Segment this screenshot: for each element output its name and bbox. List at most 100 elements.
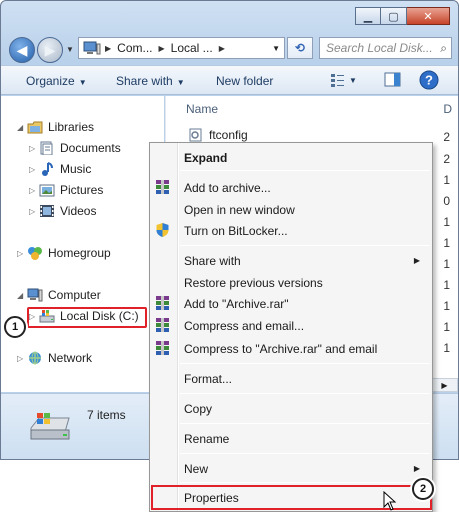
date-cell: 1 — [443, 341, 450, 355]
expand-arrow-icon[interactable]: ▷ — [29, 165, 39, 174]
menu-item-new[interactable]: New — [184, 462, 208, 476]
tree-item-pictures[interactable]: ▷ Pictures — [29, 183, 103, 197]
rar-icon — [156, 180, 169, 194]
menu-item-compress-to-rar-email[interactable]: Compress to "Archive.rar" and email — [184, 342, 377, 356]
menu-separator — [180, 482, 430, 483]
libraries-icon — [27, 121, 43, 134]
menu-item-add-to-archive[interactable]: Add to archive... — [184, 181, 271, 195]
menu-separator — [180, 423, 430, 424]
tree-item-music[interactable]: ▷ Music — [29, 162, 91, 176]
menu-item-restore-versions[interactable]: Restore previous versions — [184, 276, 323, 290]
tree-item-videos[interactable]: ▷ Videos — [29, 204, 96, 218]
music-icon — [42, 162, 53, 176]
date-cell: 1 — [443, 320, 450, 334]
shield-icon — [156, 223, 169, 237]
date-cell: 1 — [443, 299, 450, 313]
new-folder-button[interactable]: New folder — [216, 74, 273, 88]
menu-item-rename[interactable]: Rename — [184, 432, 229, 446]
forward-arrow-icon: ▶ — [44, 41, 56, 58]
search-placeholder: Search Local Disk... — [326, 41, 433, 55]
refresh-button[interactable]: ⟲ — [287, 37, 313, 59]
expand-arrow-icon[interactable]: ▷ — [17, 249, 27, 258]
tree-item-documents[interactable]: ▷ Documents — [29, 141, 121, 155]
submenu-arrow-icon: ▶ — [413, 464, 420, 473]
expand-arrow-icon[interactable]: ▷ — [17, 354, 27, 363]
step-badge-1: 1 — [4, 316, 26, 338]
breadcrumb-local-disk[interactable]: Local ... — [171, 41, 213, 55]
item-count: 7 items — [87, 408, 126, 422]
date-cell: 0 — [443, 194, 450, 208]
breadcrumb-computer[interactable]: Com... — [117, 41, 152, 55]
share-with-menu[interactable]: Share with ▼ — [116, 74, 185, 88]
date-cell: 1 — [443, 236, 450, 250]
views-dropdown[interactable]: ▼ — [349, 76, 357, 85]
tree-item-computer[interactable]: ◢ Computer — [17, 288, 101, 302]
collapse-arrow-icon[interactable]: ◢ — [17, 123, 27, 132]
svg-text:?: ? — [425, 73, 433, 88]
breadcrumb-separator[interactable]: ▶ — [219, 44, 225, 53]
homegroup-icon — [28, 247, 42, 260]
scroll-right-button[interactable]: ▶ — [431, 378, 458, 392]
collapse-arrow-icon[interactable]: ◢ — [17, 291, 27, 300]
address-bar[interactable]: ▶ Com... ▶ Local ... ▶ ▼ — [78, 37, 285, 59]
menu-separator — [180, 363, 430, 364]
menu-item-open-new-window[interactable]: Open in new window — [184, 203, 295, 217]
maximize-button[interactable]: ▢ — [381, 7, 407, 25]
command-bar: Organize ▼ Share with ▼ New folder ▼ ? — [1, 65, 458, 95]
close-button[interactable]: ✕ — [407, 7, 450, 25]
search-input[interactable]: Search Local Disk... ⌕ — [319, 37, 452, 59]
file-row[interactable]: ftconfig — [188, 128, 248, 142]
submenu-arrow-icon: ▶ — [413, 256, 420, 265]
tree-item-network[interactable]: ▷ Network — [17, 351, 92, 365]
menu-separator — [180, 393, 430, 394]
column-header-name[interactable]: Name — [186, 102, 218, 116]
date-cell: 1 — [443, 215, 450, 229]
back-arrow-icon: ◀ — [16, 41, 28, 58]
expand-arrow-icon[interactable]: ▷ — [29, 207, 39, 216]
menu-item-bitlocker[interactable]: Turn on BitLocker... — [184, 224, 288, 238]
menu-item-copy[interactable]: Copy — [184, 402, 212, 416]
rar-icon — [156, 318, 169, 332]
step-badge-2: 2 — [412, 478, 434, 500]
date-cell: 1 — [443, 278, 450, 292]
menu-item-format[interactable]: Format... — [184, 372, 232, 386]
breadcrumb-separator[interactable]: ▶ — [105, 44, 111, 53]
expand-arrow-icon[interactable]: ▷ — [29, 144, 39, 153]
date-cell: 2 — [443, 152, 450, 166]
menu-item-share-with[interactable]: Share with — [184, 254, 241, 268]
menu-separator — [180, 453, 430, 454]
tree-item-homegroup[interactable]: ▷ Homegroup — [17, 246, 111, 260]
minimize-button[interactable]: ▁ — [355, 7, 381, 25]
preview-pane-icon[interactable] — [384, 72, 402, 88]
breadcrumb-separator[interactable]: ▶ — [159, 44, 165, 53]
search-icon[interactable]: ⌕ — [440, 41, 447, 56]
menu-separator — [180, 245, 430, 246]
pictures-icon — [39, 184, 55, 197]
address-dropdown[interactable]: ▼ — [272, 44, 280, 53]
context-menu: Expand Add to archive... Open in new win… — [149, 142, 433, 512]
date-cell: 1 — [443, 257, 450, 271]
organize-menu[interactable]: Organize ▼ — [26, 74, 87, 88]
videos-icon — [40, 205, 54, 217]
config-file-icon — [189, 128, 202, 142]
menu-item-add-to-archive-rar[interactable]: Add to "Archive.rar" — [184, 297, 289, 311]
documents-icon — [40, 141, 53, 155]
refresh-icon: ⟲ — [294, 41, 306, 55]
views-icon[interactable] — [330, 72, 348, 88]
menu-item-expand[interactable]: Expand — [184, 151, 227, 165]
network-icon — [29, 351, 41, 365]
menu-item-compress-email[interactable]: Compress and email... — [184, 319, 304, 333]
rar-icon — [156, 296, 169, 310]
menu-item-properties[interactable]: Properties — [184, 491, 239, 505]
back-button[interactable]: ◀ — [9, 37, 35, 63]
expand-arrow-icon[interactable]: ▷ — [29, 186, 39, 195]
tree-item-libraries[interactable]: ◢ Libraries — [17, 120, 94, 134]
computer-icon — [27, 288, 43, 302]
column-header-date[interactable]: D — [443, 102, 452, 116]
recent-pages-dropdown[interactable]: ▼ — [66, 45, 74, 54]
cursor-icon — [383, 491, 397, 511]
drive-icon — [30, 413, 70, 440]
help-icon[interactable]: ? — [419, 70, 439, 90]
forward-button[interactable]: ▶ — [37, 37, 63, 63]
caption-buttons: ▁ ▢ ✕ — [355, 7, 450, 25]
